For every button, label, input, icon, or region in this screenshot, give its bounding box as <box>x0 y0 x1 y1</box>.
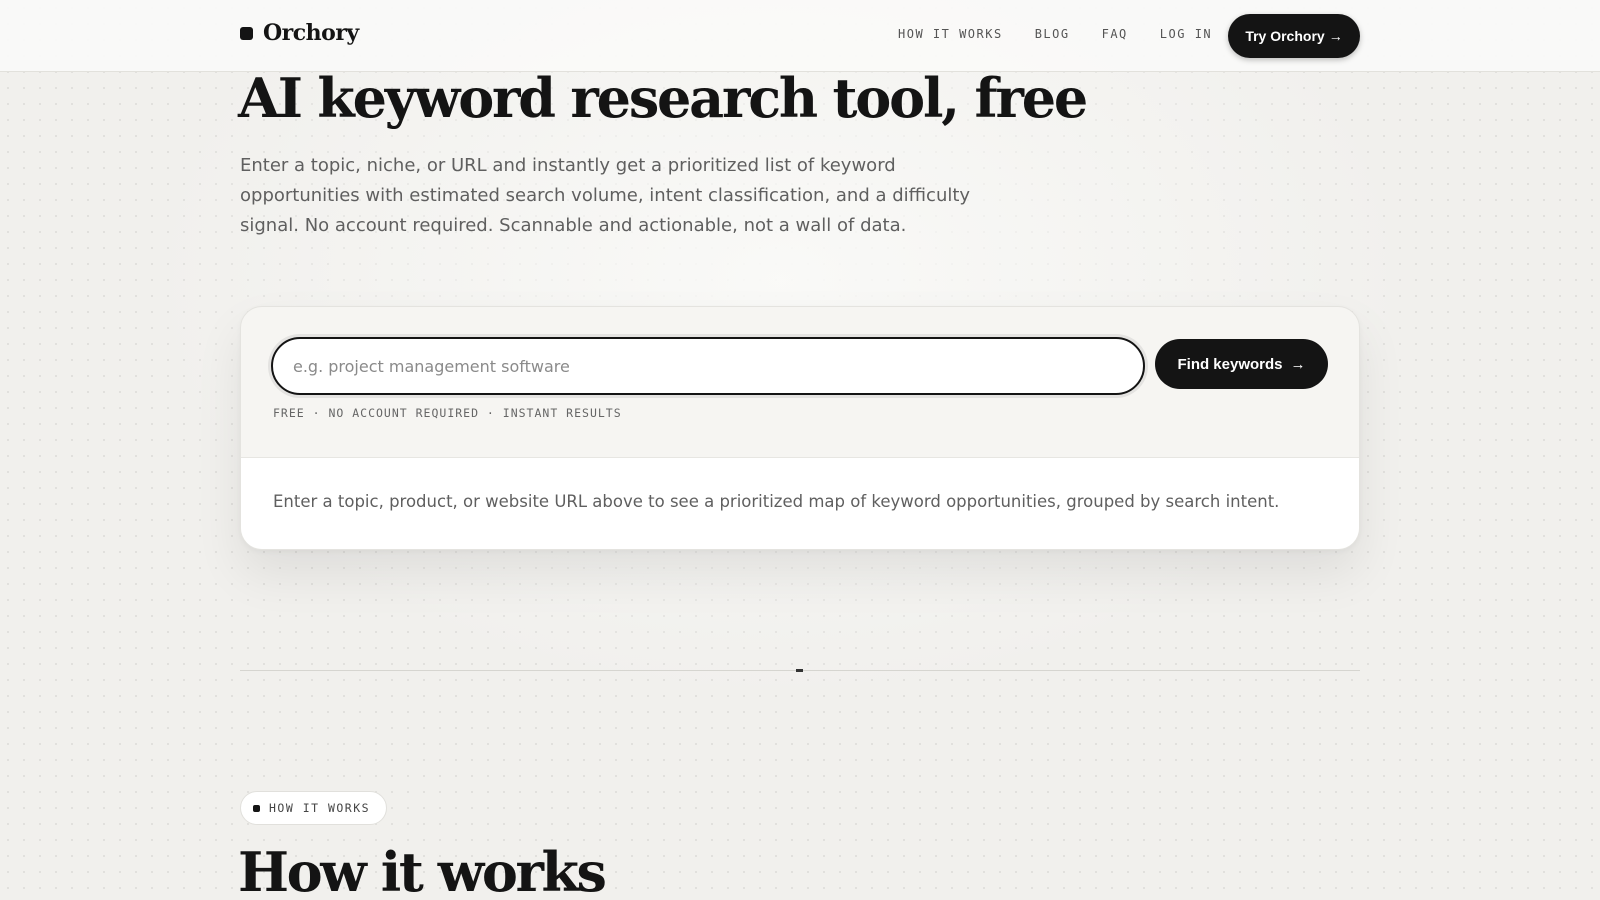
find-keywords-label: Find keywords <box>1177 355 1283 373</box>
main-nav: HOW IT WORKS BLOG FAQ LOG IN <box>898 27 1212 41</box>
topic-search-input[interactable] <box>271 337 1145 395</box>
top-nav-bar: Orchory HOW IT WORKS BLOG FAQ LOG IN Try… <box>0 0 1600 72</box>
badge-dot-icon <box>253 804 260 812</box>
hero-subtitle: Enter a topic, niche, or URL and instant… <box>240 155 971 236</box>
page-title: AI keyword research tool, free <box>238 66 1088 130</box>
empty-state-text: Enter a topic, product, or website URL a… <box>273 492 1280 511</box>
search-note: FREE · NO ACCOUNT REQUIRED · INSTANT RES… <box>273 406 622 420</box>
brand-logo[interactable]: Orchory <box>240 20 359 46</box>
section-badge-label: HOW IT WORKS <box>269 801 371 815</box>
section-title: How it works <box>238 840 607 900</box>
brand-name: Orchory <box>263 20 359 46</box>
try-orchory-label: Try Orchory <box>1245 28 1325 44</box>
nav-how-it-works[interactable]: HOW IT WORKS <box>898 27 1003 41</box>
arrow-right-icon: → <box>1328 28 1343 44</box>
results-panel: Enter a topic, product, or website URL a… <box>241 457 1359 549</box>
logo-square-icon <box>240 26 253 40</box>
arrow-right-icon: → <box>1290 355 1306 373</box>
divider-marker <box>796 669 803 672</box>
nav-log-in[interactable]: LOG IN <box>1160 27 1212 41</box>
nav-blog[interactable]: BLOG <box>1035 27 1070 41</box>
nav-faq[interactable]: FAQ <box>1102 27 1128 41</box>
try-orchory-button[interactable]: Try Orchory → <box>1228 14 1360 58</box>
keyword-search-card: Find keywords → FREE · NO ACCOUNT REQUIR… <box>240 306 1360 550</box>
find-keywords-button[interactable]: Find keywords → <box>1155 339 1328 389</box>
section-badge: HOW IT WORKS <box>240 791 388 825</box>
